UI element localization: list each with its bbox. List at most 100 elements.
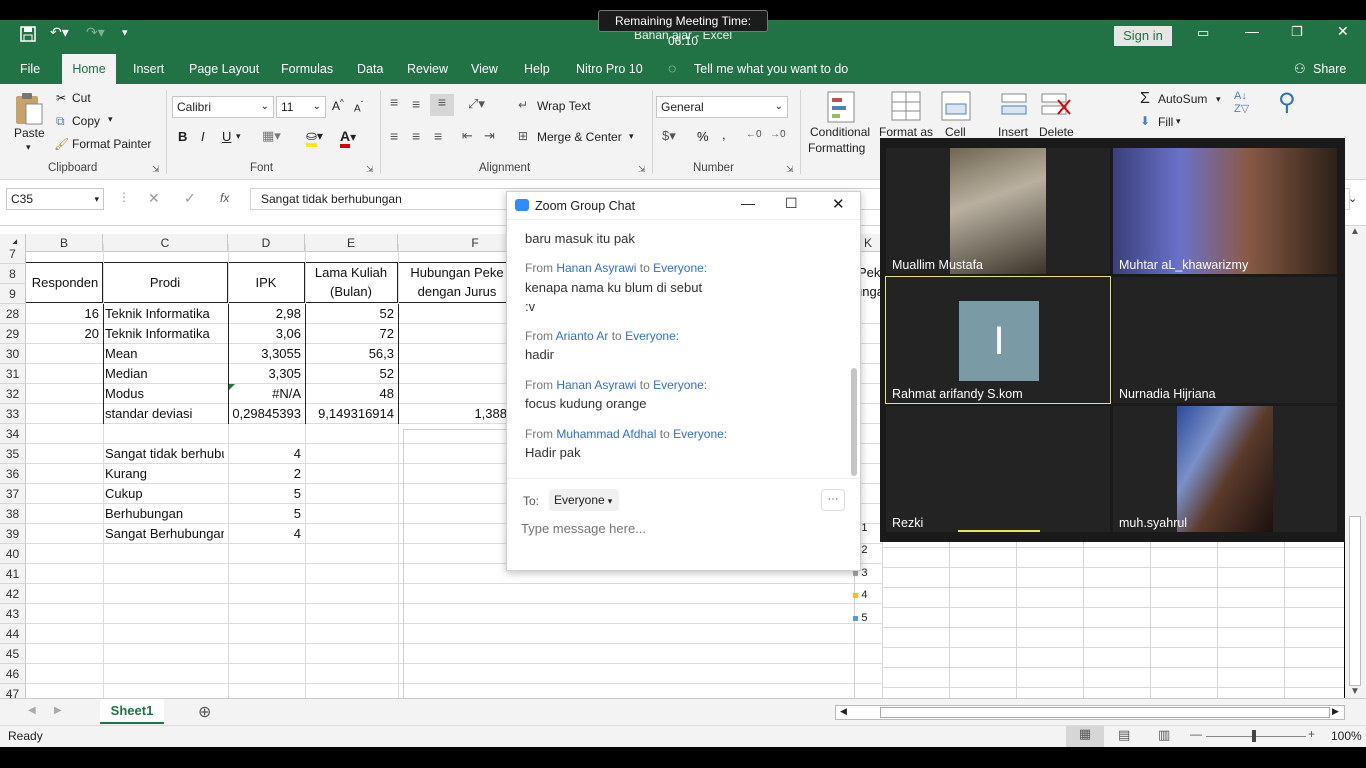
row-header[interactable]: 38 <box>0 504 26 524</box>
decrease-font-icon[interactable]: Aˇ <box>354 100 363 114</box>
orientation-icon[interactable]: ⤢▾ <box>468 96 485 112</box>
cell-d[interactable]: 5 <box>230 484 301 504</box>
cell-d[interactable] <box>230 624 301 644</box>
cell-e[interactable] <box>307 444 394 464</box>
tab-formulas[interactable]: Formulas <box>281 62 333 76</box>
cell-e[interactable] <box>307 464 394 484</box>
insert-function-icon[interactable]: fx <box>220 188 229 208</box>
cell-b[interactable] <box>28 384 99 404</box>
zoom-level[interactable]: 100% <box>1331 729 1362 743</box>
zoom-in-icon[interactable]: + <box>1308 727 1315 741</box>
cell-d[interactable]: 5 <box>230 504 301 524</box>
horizontal-scrollbar[interactable]: ◀ ▶ <box>835 705 1345 720</box>
cell-e[interactable] <box>307 644 394 664</box>
sender-name[interactable]: Muhammad Afdhal <box>556 427 656 441</box>
cell-f[interactable] <box>400 364 507 384</box>
cell-b[interactable] <box>28 424 99 444</box>
cell-d[interactable] <box>230 544 301 564</box>
cell-styles-button[interactable]: Cell <box>945 125 966 139</box>
sender-name[interactable]: Hanan Asyrawi <box>556 261 636 275</box>
cell-c[interactable] <box>105 544 224 564</box>
cell-d[interactable]: #N/A <box>230 384 301 404</box>
cell-d[interactable]: 0,29845393 <box>230 404 301 424</box>
cell-f[interactable] <box>400 384 507 404</box>
increase-font-icon[interactable]: A^ <box>332 98 344 113</box>
cell-c[interactable]: Sangat Berhubungan <box>105 524 224 544</box>
cell-c[interactable]: Median <box>105 364 224 384</box>
row-header[interactable]: 8 <box>0 264 26 284</box>
cell-c[interactable]: Mean <box>105 344 224 364</box>
tab-help[interactable]: Help <box>524 62 550 76</box>
expand-formula-icon[interactable]: ⌄ <box>1348 192 1357 205</box>
paste-dropdown-icon[interactable]: ▾ <box>26 142 31 153</box>
row-header[interactable]: 40 <box>0 544 26 564</box>
cancel-icon[interactable]: ✕ <box>148 188 160 208</box>
more-options-button[interactable]: ··· <box>821 489 845 511</box>
fill-color-icon[interactable]: ⛀▾ <box>306 128 323 147</box>
minimize-icon[interactable]: — <box>1245 23 1259 39</box>
cell-d[interactable] <box>230 604 301 624</box>
row-header[interactable]: 37 <box>0 484 26 504</box>
cell-f[interactable] <box>400 304 507 324</box>
chat-title-bar[interactable]: Zoom Group Chat — ☐ ✕ <box>507 192 860 220</box>
enter-icon[interactable]: ✓ <box>184 188 196 208</box>
cell-d[interactable]: 2 <box>230 464 301 484</box>
align-right-icon[interactable]: ≡ <box>434 128 442 144</box>
h-scroll-thumb[interactable] <box>880 707 1330 718</box>
cell-d[interactable] <box>230 424 301 444</box>
row-header[interactable]: 44 <box>0 624 26 644</box>
cell-c[interactable] <box>105 624 224 644</box>
cell-e[interactable] <box>307 524 394 544</box>
italic-button[interactable]: I <box>201 129 205 144</box>
tab-home[interactable]: Home <box>62 54 116 85</box>
decrease-indent-icon[interactable]: ⇤ <box>462 128 473 144</box>
row-header[interactable]: 47 <box>0 684 26 698</box>
font-launcher-icon[interactable]: ⇲ <box>366 164 374 175</box>
zoom-chat-window[interactable]: Zoom Group Chat — ☐ ✕ baru masuk itu pak… <box>506 191 861 571</box>
tab-data[interactable]: Data <box>357 62 383 76</box>
cell-b[interactable] <box>28 684 99 698</box>
video-tile[interactable]: Nurnadia Hijriana <box>1113 277 1337 403</box>
cell-b[interactable] <box>28 624 99 644</box>
align-center-icon[interactable]: ≡ <box>412 128 420 144</box>
borders-icon[interactable]: ▦▾ <box>262 128 281 144</box>
cell-b[interactable] <box>28 464 99 484</box>
video-tile-active[interactable]: I Rahmat arifandy S.kom <box>885 276 1111 404</box>
row-header[interactable]: 43 <box>0 604 26 624</box>
cell-c[interactable] <box>105 604 224 624</box>
column-header-c[interactable]: C <box>103 234 228 252</box>
row-header[interactable]: 31 <box>0 364 26 384</box>
prev-sheet-icon[interactable]: ◀ <box>28 705 36 716</box>
clipboard-icon[interactable] <box>12 90 46 129</box>
row-header[interactable]: 7 <box>0 244 26 264</box>
insert-cells-button[interactable]: Insert <box>998 125 1028 139</box>
video-tile[interactable]: Rezki <box>886 406 1110 532</box>
error-indicator-icon[interactable] <box>229 384 235 390</box>
wrap-text-button[interactable]: Wrap Text <box>537 99 591 113</box>
clipboard-launcher-icon[interactable]: ⇲ <box>152 164 160 175</box>
cell-b[interactable] <box>28 644 99 664</box>
copy-button[interactable]: Copy <box>72 114 100 128</box>
cell-b[interactable] <box>28 584 99 604</box>
font-size-select[interactable]: 11 ⌄ <box>276 96 326 118</box>
scroll-down-icon[interactable]: ▼ <box>1350 686 1360 697</box>
row-header[interactable]: 33 <box>0 404 26 424</box>
cell-b[interactable] <box>28 664 99 684</box>
tab-view[interactable]: View <box>471 62 498 76</box>
cell-d[interactable]: 4 <box>230 444 301 464</box>
minimize-icon[interactable]: — <box>741 195 755 211</box>
scroll-left-icon[interactable]: ◀ <box>840 706 847 717</box>
row-header[interactable]: 9 <box>0 284 26 304</box>
merge-center-button[interactable]: Merge & Center <box>537 130 622 144</box>
cell-b[interactable] <box>28 444 99 464</box>
sheet-tab-sheet1[interactable]: Sheet1 <box>100 699 164 724</box>
cell-c[interactable]: Kurang <box>105 464 224 484</box>
font-name-select[interactable]: Calibri ⌄ <box>172 96 274 118</box>
underline-button[interactable]: U <box>222 129 231 144</box>
cell-d[interactable] <box>230 564 301 584</box>
cell-b[interactable] <box>28 484 99 504</box>
cell-c[interactable]: Sangat tidak berhubungan <box>105 444 224 464</box>
cell-c[interactable] <box>105 584 224 604</box>
cell-d[interactable] <box>230 584 301 604</box>
name-box[interactable]: C35 ▾ <box>6 188 104 210</box>
